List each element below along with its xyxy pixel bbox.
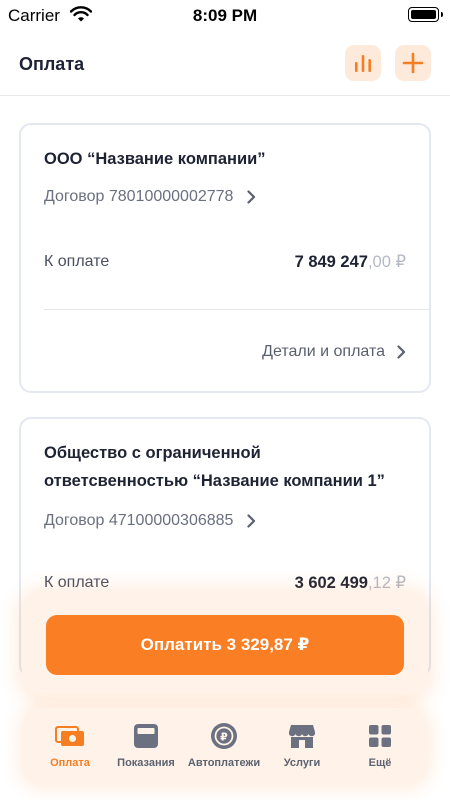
amount-fraction: ,12 ₽ — [367, 574, 406, 592]
tab-label: Автоплатежи — [187, 757, 261, 769]
status-bar: Carrier 8:09 PM — [0, 0, 450, 30]
amount-due-label: К оплате — [44, 574, 110, 591]
amount-main: 7 849 247 — [294, 253, 368, 271]
battery-icon — [408, 7, 443, 22]
amount-fraction: ,00 ₽ — [367, 253, 406, 271]
contract-number: Договор 78010000002778 — [44, 188, 234, 205]
svg-text:₽: ₽ — [220, 731, 228, 744]
pay-panel: Оплатить 3 329,87 ₽ — [22, 592, 428, 698]
company-name-line2: ответсвенностью “Название компании 1” — [44, 472, 385, 490]
tab-label: Услуги — [283, 757, 321, 769]
chevron-right-icon — [247, 190, 256, 204]
statistics-button[interactable] — [345, 45, 381, 81]
tab-readings[interactable]: Показания — [104, 722, 188, 769]
app-header: Оплата — [0, 30, 450, 96]
divider — [44, 309, 429, 310]
plus-icon — [402, 52, 424, 74]
tab-autopayments[interactable]: ₽ Автоплатежи — [182, 722, 266, 769]
tab-payment[interactable]: Оплата — [28, 722, 112, 769]
company-name-line1: Общество с ограниченной — [44, 444, 261, 462]
meter-icon — [134, 724, 158, 748]
tab-services[interactable]: Услуги — [260, 722, 344, 769]
page-title: Оплата — [19, 54, 85, 74]
contract-link[interactable]: Договор 47100000306885 — [44, 512, 256, 530]
details-and-pay-link[interactable]: Детали и оплата — [262, 343, 406, 361]
tab-more[interactable]: Ещё — [338, 722, 422, 769]
pay-button[interactable]: Оплатить 3 329,87 ₽ — [46, 615, 404, 675]
tab-label: Показания — [117, 757, 175, 769]
tab-label: Оплата — [50, 757, 90, 769]
chevron-right-icon — [397, 345, 406, 359]
tab-label: Ещё — [368, 757, 392, 769]
amount-main: 3 602 499 — [294, 574, 368, 592]
autopay-icon: ₽ — [211, 723, 237, 749]
amount-due: 3 602 499,12 ₽ — [295, 573, 406, 593]
store-icon — [289, 725, 315, 748]
tab-bar: Оплата Показания ₽ Автоплатежи Услуги Ещ… — [22, 708, 428, 786]
account-card[interactable]: ООО “Название компании” Договор 78010000… — [19, 123, 431, 393]
chevron-right-icon — [247, 514, 256, 528]
contract-link[interactable]: Договор 78010000002778 — [44, 188, 256, 206]
company-name: Общество с ограниченной ответсвенностью … — [44, 439, 385, 495]
bar-chart-icon — [355, 55, 371, 72]
grid-icon — [369, 725, 391, 747]
payment-icon — [55, 726, 84, 746]
details-label: Детали и оплата — [262, 343, 385, 360]
contract-number: Договор 47100000306885 — [44, 512, 234, 529]
add-button[interactable] — [395, 45, 431, 81]
amount-due-label: К оплате — [44, 253, 110, 270]
clock: 8:09 PM — [192, 6, 258, 25]
company-name: ООО “Название компании” — [44, 150, 266, 168]
amount-due: 7 849 247,00 ₽ — [295, 252, 406, 272]
